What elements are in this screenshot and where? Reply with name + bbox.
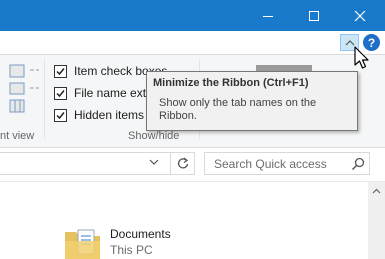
layout-icons xyxy=(9,64,39,113)
checkbox[interactable] xyxy=(54,64,67,78)
tooltip-title: Minimize the Ribbon (Ctrl+F1) xyxy=(153,77,309,89)
file-name-extensions-checkbox[interactable]: File name exte xyxy=(54,84,153,102)
maximize-icon xyxy=(309,10,319,21)
maximize-window-button[interactable] xyxy=(291,0,337,31)
title-bar xyxy=(0,0,385,31)
checkbox[interactable] xyxy=(54,86,67,100)
tooltip-description: Show only the tab names on the Ribbon. xyxy=(159,97,317,122)
content-pane: Documents This PC xyxy=(0,181,385,259)
navigation-row xyxy=(0,148,385,181)
search-icon[interactable] xyxy=(351,157,365,171)
search-box[interactable] xyxy=(204,152,370,175)
refresh-button[interactable] xyxy=(171,152,195,175)
checkbox[interactable] xyxy=(54,108,67,122)
vertical-scrollbar[interactable] xyxy=(368,182,385,259)
checkbox-label: Hidden items xyxy=(74,108,145,122)
checkmark-icon xyxy=(56,67,65,75)
address-bar[interactable] xyxy=(0,152,171,175)
chevron-up-icon xyxy=(345,40,354,46)
checkmark-icon xyxy=(56,89,65,97)
show-hide-group-label: Show/hide xyxy=(128,130,180,142)
search-input[interactable] xyxy=(205,153,345,174)
ribbon-tab-strip: ? xyxy=(0,31,385,54)
checkbox-label: File name exte xyxy=(74,86,153,100)
item-location: This PC xyxy=(110,243,153,257)
checkmark-icon xyxy=(56,111,65,119)
close-window-button[interactable] xyxy=(337,0,383,31)
minimize-icon xyxy=(263,15,273,17)
refresh-icon xyxy=(177,157,188,169)
minimize-ribbon-tooltip: Minimize the Ribbon (Ctrl+F1) Show only … xyxy=(146,71,358,131)
documents-folder-icon xyxy=(65,229,100,259)
close-icon xyxy=(354,10,366,21)
chevron-up-icon xyxy=(372,188,381,193)
item-name: Documents xyxy=(110,227,171,241)
file-explorer-window: ? nt view Item check boxes File name ext… xyxy=(0,0,385,259)
scroll-up-button[interactable] xyxy=(368,182,385,199)
current-view-group-label: nt view xyxy=(0,130,35,142)
hidden-items-checkbox[interactable]: Hidden items xyxy=(54,106,144,124)
group-separator xyxy=(44,59,45,139)
chevron-down-icon[interactable] xyxy=(149,159,159,166)
minimize-window-button[interactable] xyxy=(245,0,291,31)
mouse-cursor-icon xyxy=(354,46,369,69)
